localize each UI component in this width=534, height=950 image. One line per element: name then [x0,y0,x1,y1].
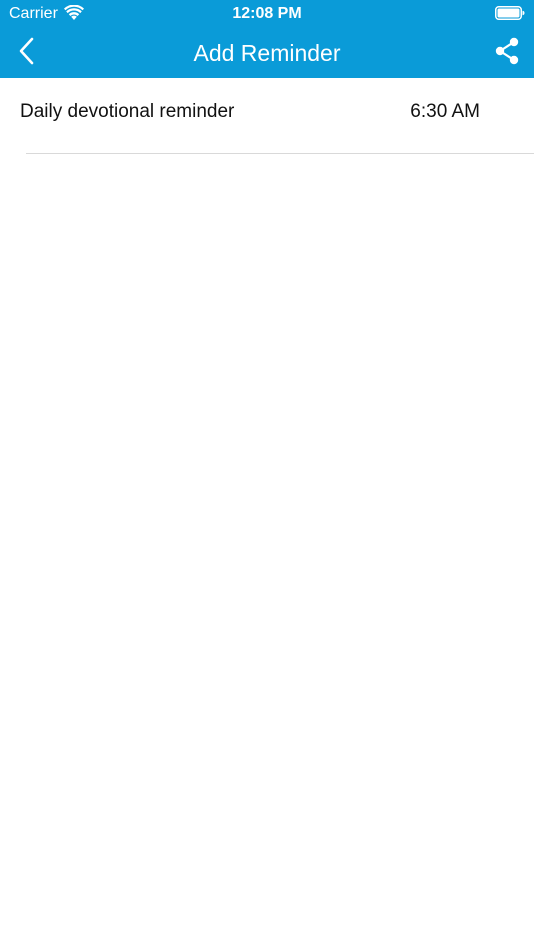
reminder-label: Daily devotional reminder [20,101,235,122]
share-button[interactable] [490,36,524,70]
share-icon [493,37,521,70]
reminder-list: Daily devotional reminder 6:30 AM [0,78,534,154]
status-time: 12:08 PM [232,5,302,22]
status-bar: Carrier 12:08 PM [0,0,534,28]
navigation-bar: Add Reminder [0,28,534,78]
page-title: Add Reminder [193,40,341,66]
battery-full-icon [495,6,525,20]
reminder-row[interactable]: Daily devotional reminder 6:30 AM [0,78,534,154]
app-header: Carrier 12:08 PM Add Reminder [0,0,534,78]
row-divider [26,153,534,154]
reminder-time: 6:30 AM [410,101,480,122]
